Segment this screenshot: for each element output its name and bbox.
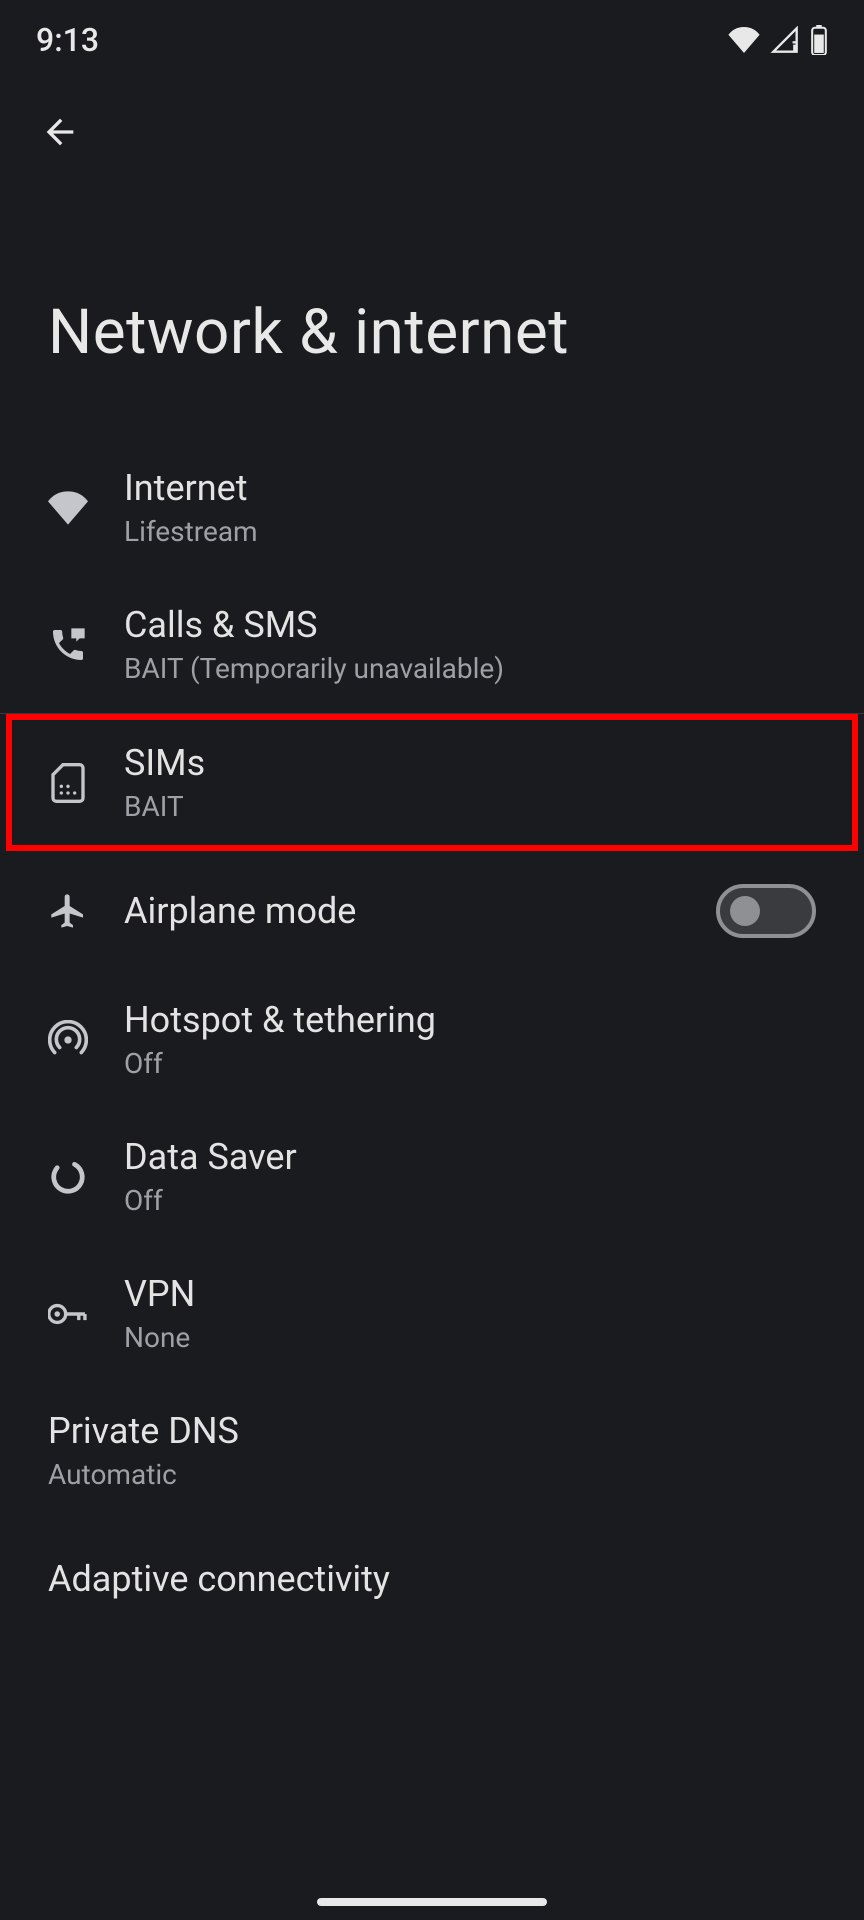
item-title: Airplane mode bbox=[124, 890, 716, 932]
settings-item-adaptive-connectivity[interactable]: Adaptive connectivity bbox=[0, 1519, 864, 1639]
item-title: Hotspot & tethering bbox=[124, 999, 816, 1041]
hotspot-icon bbox=[48, 1020, 88, 1060]
vpn-key-icon bbox=[48, 1294, 88, 1334]
settings-item-data-saver[interactable]: Data Saver Off bbox=[0, 1108, 864, 1245]
toggle-knob bbox=[730, 896, 760, 926]
item-subtitle: Off bbox=[124, 1184, 816, 1217]
item-title: Internet bbox=[124, 467, 816, 509]
status-bar: 9:13 bbox=[0, 0, 864, 80]
wifi-icon bbox=[48, 488, 88, 528]
cell-signal-icon bbox=[770, 26, 800, 54]
item-title: Calls & SMS bbox=[124, 604, 816, 646]
status-icons bbox=[728, 25, 828, 55]
item-subtitle: BAIT bbox=[124, 790, 816, 823]
arrow-back-icon bbox=[40, 112, 80, 152]
sim-card-icon bbox=[48, 763, 88, 803]
item-title: VPN bbox=[124, 1273, 816, 1315]
settings-item-vpn[interactable]: VPN None bbox=[0, 1245, 864, 1382]
item-subtitle: Lifestream bbox=[124, 515, 816, 548]
item-title: SIMs bbox=[124, 742, 816, 784]
header: Network & internet bbox=[0, 80, 864, 429]
item-subtitle: Automatic bbox=[48, 1458, 816, 1491]
phone-message-icon bbox=[48, 625, 88, 665]
item-subtitle: Off bbox=[124, 1047, 816, 1080]
page-title: Network & internet bbox=[36, 156, 828, 429]
item-subtitle: BAIT (Temporarily unavailable) bbox=[124, 652, 816, 685]
back-button[interactable] bbox=[36, 108, 84, 156]
status-time: 9:13 bbox=[36, 21, 99, 59]
item-title: Adaptive connectivity bbox=[48, 1558, 816, 1600]
item-title: Data Saver bbox=[124, 1136, 816, 1178]
settings-item-internet[interactable]: Internet Lifestream bbox=[0, 439, 864, 576]
settings-item-calls-sms[interactable]: Calls & SMS BAIT (Temporarily unavailabl… bbox=[0, 576, 864, 713]
battery-icon bbox=[810, 25, 828, 55]
wifi-icon bbox=[728, 27, 760, 53]
settings-item-hotspot[interactable]: Hotspot & tethering Off bbox=[0, 971, 864, 1108]
item-subtitle: None bbox=[124, 1321, 816, 1354]
item-title: Private DNS bbox=[48, 1410, 816, 1452]
settings-item-sims[interactable]: SIMs BAIT bbox=[0, 714, 864, 851]
settings-item-airplane-mode[interactable]: Airplane mode bbox=[0, 851, 864, 971]
data-saver-icon bbox=[48, 1157, 88, 1197]
airplane-icon bbox=[48, 891, 88, 931]
settings-list: Internet Lifestream Calls & SMS BAIT (Te… bbox=[0, 429, 864, 1649]
settings-item-private-dns[interactable]: Private DNS Automatic bbox=[0, 1382, 864, 1519]
airplane-mode-toggle[interactable] bbox=[716, 884, 816, 938]
gesture-nav-bar[interactable] bbox=[317, 1898, 547, 1906]
